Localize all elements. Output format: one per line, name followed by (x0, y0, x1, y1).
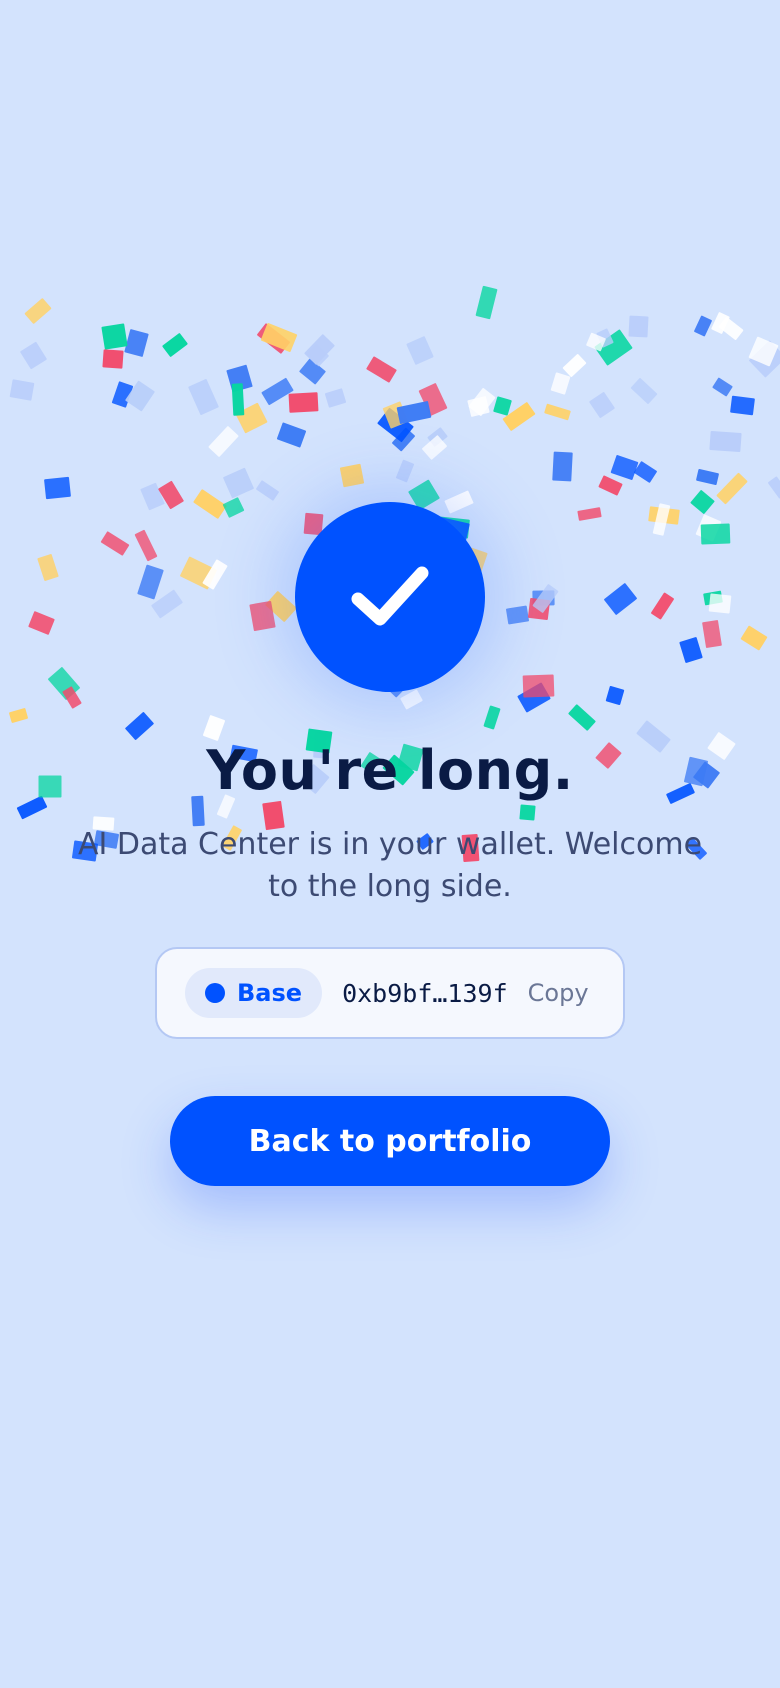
wallet-address: 0xb9bf…139f (342, 978, 508, 1008)
success-message: AI Data Center is in your wallet. Welcom… (77, 827, 703, 904)
success-badge (295, 502, 485, 692)
success-screen: You're long. AI Data Center is in your w… (0, 0, 780, 1688)
network-label: Base (237, 979, 303, 1007)
copy-address-button[interactable]: Copy (528, 979, 589, 1007)
back-to-portfolio-button[interactable]: Back to portfolio (170, 1096, 610, 1186)
network-badge: Base (185, 968, 323, 1018)
page-title: You're long. (206, 739, 574, 802)
wallet-address-card: Base 0xb9bf…139f Copy (155, 947, 625, 1039)
network-dot-icon (205, 983, 225, 1003)
checkmark-icon (351, 566, 429, 626)
